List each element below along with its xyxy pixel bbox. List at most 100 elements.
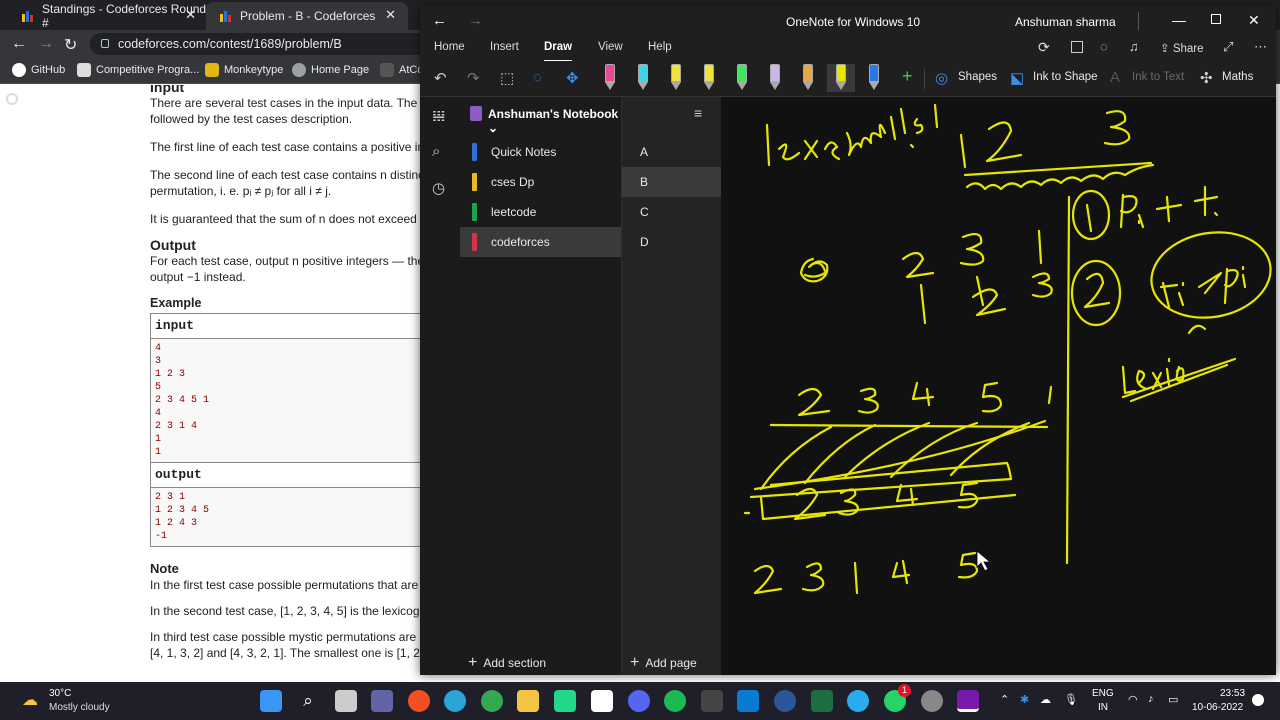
section-item[interactable]: Quick Notes xyxy=(460,137,621,167)
immersive-reader-icon[interactable] xyxy=(1071,41,1083,53)
close-tab-icon[interactable]: ✕ xyxy=(385,7,396,23)
notebook-switcher[interactable]: Anshuman's Notebook ⌄ xyxy=(488,107,621,135)
pycharm-icon[interactable] xyxy=(554,690,576,712)
lightbulb-icon[interactable]: ◌ xyxy=(1100,39,1108,54)
notion-icon[interactable] xyxy=(591,690,613,712)
forward-icon[interactable]: → xyxy=(468,12,483,29)
browser-tab-problem[interactable]: Problem - B - Codeforces ✕ xyxy=(206,2,408,30)
bookmark-github[interactable]: GitHub xyxy=(12,63,65,77)
chrome-icon[interactable] xyxy=(481,690,503,712)
add-section-button[interactable]: + Add section xyxy=(468,654,546,672)
maximize-icon[interactable] xyxy=(1211,14,1221,24)
bluetooth-icon[interactable]: ✱ xyxy=(1020,693,1029,706)
bookmark-atcoder[interactable]: AtCo xyxy=(380,63,423,77)
pen-tool-icon[interactable] xyxy=(636,64,650,92)
page-item[interactable]: C xyxy=(622,197,722,227)
ink-to-text-button[interactable]: Ink to Text xyxy=(1132,71,1184,83)
section-item[interactable]: cses Dp xyxy=(460,167,621,197)
sync-icon[interactable]: ⟳ xyxy=(1038,39,1050,56)
word-icon[interactable] xyxy=(774,690,796,712)
share-button[interactable]: ⇪ Share xyxy=(1160,41,1204,55)
pen-tool-icon[interactable] xyxy=(735,64,749,92)
bell-icon[interactable]: ♫ xyxy=(1129,39,1139,54)
windows-start-icon[interactable] xyxy=(260,690,282,712)
pen-tool-icon[interactable] xyxy=(867,64,881,92)
back-icon[interactable]: ← xyxy=(11,35,27,53)
edge-icon[interactable] xyxy=(444,690,466,712)
search-icon[interactable]: ⌕ xyxy=(297,690,319,712)
volume-icon[interactable]: ♪ xyxy=(1148,693,1154,705)
tab-home[interactable]: Home xyxy=(434,41,465,53)
browser-tab-standings[interactable]: Standings - Codeforces Round # ✕ xyxy=(8,2,208,30)
discord-icon[interactable] xyxy=(628,690,650,712)
terminal-icon[interactable] xyxy=(701,690,723,712)
spotify-icon[interactable] xyxy=(664,690,686,712)
maths-button[interactable]: Maths xyxy=(1222,71,1253,83)
region-indicator[interactable]: IN xyxy=(1098,702,1108,713)
pen-tool-icon[interactable] xyxy=(669,64,683,92)
tab-draw[interactable]: Draw xyxy=(544,41,573,62)
teams-chat-icon[interactable] xyxy=(371,690,393,712)
minimize-icon[interactable]: — xyxy=(1172,12,1186,28)
temperature[interactable]: 30°C xyxy=(49,688,71,699)
tab-help[interactable]: Help xyxy=(648,41,672,53)
clock-time[interactable]: 23:53 xyxy=(1220,688,1245,699)
tab-insert[interactable]: Insert xyxy=(490,41,519,53)
notebooks-icon[interactable]: 𝍐 xyxy=(432,107,445,125)
section-item[interactable]: leetcode xyxy=(460,197,621,227)
excel-icon[interactable] xyxy=(811,690,833,712)
add-space-icon[interactable]: ✥ xyxy=(566,69,579,87)
chevron-up-icon[interactable]: ⌃ xyxy=(1000,693,1009,706)
battery-icon[interactable]: ▭ xyxy=(1168,693,1178,706)
bookmark-monkeytype[interactable]: Monkeytype xyxy=(205,63,283,77)
microphone-icon[interactable]: 🎙 xyxy=(1064,693,1078,706)
search-icon[interactable]: ⌕ xyxy=(432,143,440,160)
draw-app-icon[interactable] xyxy=(408,690,430,712)
ink-canvas[interactable] xyxy=(721,97,1276,675)
pen-tool-icon[interactable] xyxy=(768,64,782,92)
pen-tool-icon[interactable] xyxy=(801,64,815,92)
tab-view[interactable]: View xyxy=(598,41,623,53)
reload-icon[interactable]: ↻ xyxy=(64,35,77,55)
address-bar[interactable]: codeforces.com/contest/1689/problem/B xyxy=(90,33,430,55)
fullscreen-icon[interactable]: ⤢ xyxy=(1223,39,1233,55)
pen-tool-icon[interactable] xyxy=(603,64,617,92)
pen-tool-icon[interactable] xyxy=(702,64,716,92)
lasso-select-icon[interactable]: ◌ xyxy=(533,69,542,86)
add-pen-icon[interactable]: + xyxy=(902,66,913,87)
file-explorer-icon[interactable] xyxy=(517,690,539,712)
scroll-up-icon[interactable] xyxy=(6,93,18,105)
recent-clock-icon[interactable]: ◷ xyxy=(432,179,445,197)
sort-icon[interactable]: ≡ xyxy=(694,105,702,121)
pen-tool-icon[interactable] xyxy=(827,64,855,92)
more-icon[interactable]: ⋯ xyxy=(1254,39,1267,55)
bookmark-competitive[interactable]: Competitive Progra... xyxy=(77,63,199,77)
telegram-icon[interactable] xyxy=(847,690,869,712)
onenote-icon[interactable] xyxy=(957,690,979,712)
add-page-button[interactable]: + Add page xyxy=(630,654,697,672)
close-icon[interactable]: ✕ xyxy=(1248,12,1260,29)
wifi-icon[interactable]: ◠ xyxy=(1128,693,1138,706)
vscode-icon[interactable] xyxy=(737,690,759,712)
page-item[interactable]: D xyxy=(622,227,722,257)
settings-gear-icon[interactable] xyxy=(921,690,943,712)
weather-text[interactable]: Mostly cloudy xyxy=(49,702,110,713)
undo-icon[interactable]: ↶ xyxy=(434,69,447,87)
clock-date[interactable]: 10-06-2022 xyxy=(1192,702,1243,713)
user-name[interactable]: Anshuman sharma xyxy=(1015,15,1116,29)
shapes-button[interactable]: Shapes xyxy=(958,71,997,83)
section-item[interactable]: codeforces xyxy=(460,227,621,257)
ink-to-shape-button[interactable]: Ink to Shape xyxy=(1033,71,1098,83)
onedrive-cloud-icon[interactable]: ☁ xyxy=(1040,693,1051,706)
page-item[interactable]: B xyxy=(622,167,722,197)
whatsapp-icon[interactable]: 1 xyxy=(884,684,911,712)
forward-icon[interactable]: → xyxy=(38,35,54,53)
example-output[interactable]: 2 3 1 1 2 3 4 5 1 2 4 3 -1 xyxy=(151,488,429,546)
language-indicator[interactable]: ENG xyxy=(1092,688,1114,699)
page-item[interactable]: A xyxy=(622,137,722,167)
notification-center-icon[interactable] xyxy=(1252,694,1264,706)
back-icon[interactable]: ← xyxy=(432,12,447,29)
bookmark-home-page[interactable]: Home Page xyxy=(292,63,369,77)
type-select-icon[interactable]: ⬚ xyxy=(500,69,514,87)
example-input[interactable]: 4 3 1 2 3 5 2 3 4 5 1 4 2 3 1 4 1 1 xyxy=(151,339,429,462)
